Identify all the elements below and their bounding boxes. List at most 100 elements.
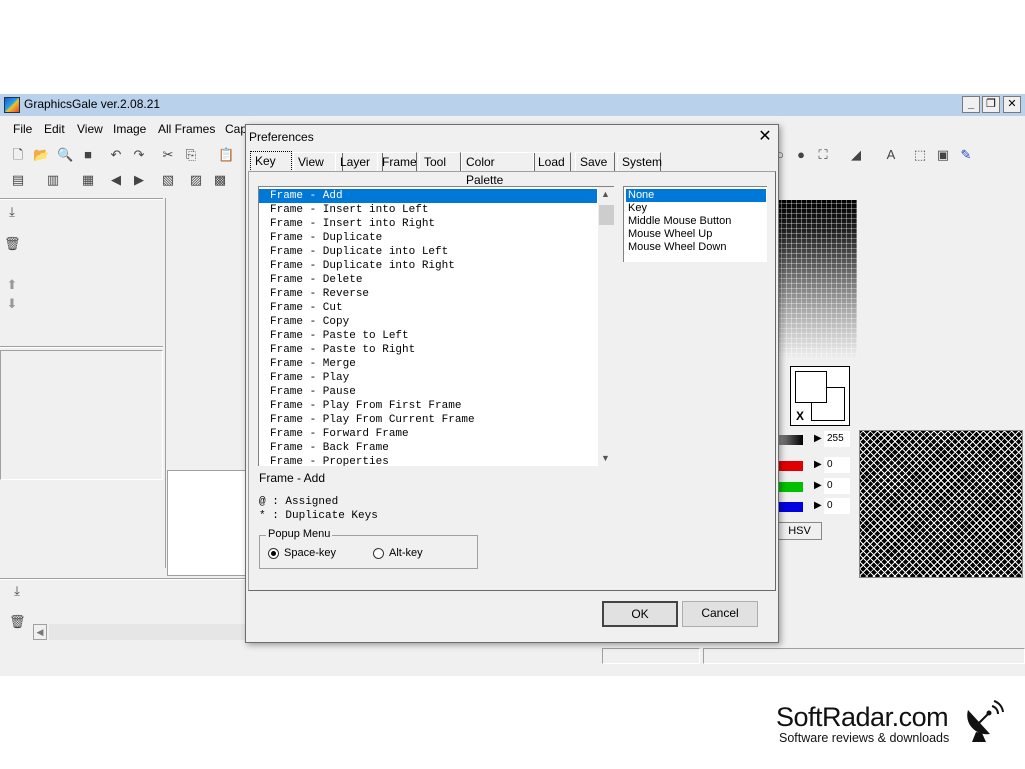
gray-slider[interactable]	[777, 435, 803, 445]
scrollbar-thumb[interactable]	[599, 205, 614, 225]
menu-all-frames[interactable]: All Frames	[158, 122, 215, 136]
next-frame-icon[interactable]: ▶	[131, 172, 147, 188]
list-item[interactable]: Frame - Duplicate into Right	[259, 259, 597, 273]
frame-icon[interactable]: ▣	[935, 147, 951, 163]
list-item[interactable]: None	[626, 189, 766, 202]
menu-image[interactable]: Image	[113, 122, 146, 136]
menu-file[interactable]: File	[13, 122, 32, 136]
list-item[interactable]: Frame - Paste to Left	[259, 329, 597, 343]
list-item[interactable]: Mouse Wheel Down	[626, 241, 766, 254]
ok-button[interactable]: OK	[602, 601, 678, 627]
space-key-label[interactable]: Space-key	[284, 547, 336, 559]
tab-frame[interactable]: Frame	[377, 152, 417, 172]
list-item[interactable]: Frame - Duplicate	[259, 231, 597, 245]
new-file-icon[interactable]: 🗋	[10, 147, 26, 163]
foreground-color[interactable]	[795, 371, 827, 403]
tab-layer[interactable]: Layer	[335, 152, 383, 172]
list-item[interactable]: Middle Mouse Button	[626, 215, 766, 228]
vertical-scrollbar[interactable]: ▲ ▼	[598, 187, 614, 466]
tab-system[interactable]: System	[617, 152, 662, 172]
text-tool-icon[interactable]: A	[883, 147, 899, 163]
undo-icon[interactable]: ↶	[108, 147, 124, 163]
horizontal-scrollbar[interactable]	[49, 624, 245, 640]
import-icon[interactable]: ⤓	[9, 583, 25, 599]
key-assignment-list[interactable]: None Key Middle Mouse Button Mouse Wheel…	[623, 186, 767, 262]
list-item[interactable]: Frame - Play	[259, 371, 597, 385]
open-folder-icon[interactable]: 📂	[33, 147, 49, 163]
list-item[interactable]: Frame - Pause	[259, 385, 597, 399]
frame-props-icon[interactable]: ▨	[188, 172, 204, 188]
move-up-icon[interactable]: ⬆	[4, 277, 20, 293]
list-item[interactable]: Frame - Add	[259, 189, 597, 203]
list-item[interactable]: Frame - Duplicate into Left	[259, 245, 597, 259]
red-slider[interactable]	[777, 461, 803, 471]
tab-save[interactable]: Save	[575, 152, 615, 172]
maximize-button[interactable]: ❐	[982, 96, 1000, 113]
frames-icon[interactable]: ▧	[160, 172, 176, 188]
tab-tool[interactable]: Tool	[419, 152, 461, 172]
green-slider[interactable]	[777, 482, 803, 492]
list-item[interactable]: Frame - Forward Frame	[259, 427, 597, 441]
fill-bucket-icon[interactable]: ⛶	[815, 147, 831, 163]
list-item[interactable]: Frame - Play From First Frame	[259, 399, 597, 413]
palette-grid[interactable]	[777, 200, 857, 358]
list-item[interactable]: Frame - Play From Current Frame	[259, 413, 597, 427]
stop-icon[interactable]: ■	[80, 147, 96, 163]
film-icon[interactable]: ▦	[80, 172, 96, 188]
paste-icon[interactable]: 📋	[218, 147, 234, 163]
list-item[interactable]: Frame - Copy	[259, 315, 597, 329]
list-item[interactable]: Frame - Paste to Right	[259, 343, 597, 357]
blue-value-field[interactable]: 0	[824, 498, 850, 514]
cancel-button[interactable]: Cancel	[682, 601, 758, 627]
alt-key-label[interactable]: Alt-key	[389, 547, 423, 559]
menu-capture[interactable]: Cap	[225, 122, 247, 136]
alt-key-radio[interactable]	[373, 548, 384, 559]
copy-icon[interactable]: ⎘	[183, 147, 199, 163]
tab-key[interactable]: Key	[250, 151, 292, 172]
dialog-close-button[interactable]: ✕	[754, 127, 776, 147]
prev-frame-icon[interactable]: ◀	[108, 172, 124, 188]
menu-view[interactable]: View	[77, 122, 103, 136]
list-item[interactable]: Frame - Back Frame	[259, 441, 597, 455]
trash-icon[interactable]: 🗑	[9, 614, 26, 630]
layer-strip-icon[interactable]: ▥	[45, 172, 61, 188]
frame-strip-icon[interactable]: ▤	[10, 172, 26, 188]
command-list[interactable]: Frame - Add Frame - Insert into Left Fra…	[258, 186, 614, 466]
red-value-field[interactable]: 0	[824, 457, 850, 473]
tab-load[interactable]: Load	[533, 152, 571, 172]
scroll-up-icon[interactable]: ▲	[601, 189, 610, 199]
list-item[interactable]: Frame - Insert into Right	[259, 217, 597, 231]
list-item[interactable]: Frame - Insert into Left	[259, 203, 597, 217]
cut-icon[interactable]: ✂	[160, 147, 176, 163]
scroll-left-button[interactable]: ◀	[33, 624, 47, 640]
move-down-icon[interactable]: ⬇	[4, 296, 20, 312]
list-item[interactable]: Key	[626, 202, 766, 215]
redo-icon[interactable]: ↷	[131, 147, 147, 163]
trash-icon[interactable]: 🗑	[4, 236, 21, 252]
swap-colors-label[interactable]: X	[796, 409, 804, 423]
scroll-down-icon[interactable]: ▼	[601, 453, 610, 463]
hsv-tab[interactable]: HSV	[777, 522, 822, 540]
list-item[interactable]: Frame - Properties	[259, 455, 597, 466]
list-item[interactable]: Frame - Cut	[259, 301, 597, 315]
close-button[interactable]: ✕	[1003, 96, 1021, 113]
blue-slider[interactable]	[777, 502, 803, 512]
zoom-icon[interactable]: 🔍	[57, 147, 73, 163]
import-icon[interactable]: ⤓	[4, 204, 20, 220]
menu-edit[interactable]: Edit	[44, 122, 65, 136]
select-rect-icon[interactable]: ⬚	[912, 147, 928, 163]
circle-filled-icon[interactable]: ●	[793, 147, 809, 163]
value-field[interactable]: 255	[824, 431, 850, 447]
title-bar[interactable]: GraphicsGale ver.2.08.21 _ ❐ ✕	[0, 94, 1025, 116]
list-item[interactable]: Mouse Wheel Up	[626, 228, 766, 241]
green-value-field[interactable]: 0	[824, 478, 850, 494]
color-swatch-box[interactable]: X	[790, 366, 850, 426]
list-item[interactable]: Frame - Reverse	[259, 287, 597, 301]
pen-icon[interactable]: ✎	[958, 147, 974, 163]
frame-copy-icon[interactable]: ▩	[212, 172, 228, 188]
space-key-radio[interactable]	[268, 548, 279, 559]
list-item[interactable]: Frame - Delete	[259, 273, 597, 287]
gradient-icon[interactable]: ◢	[848, 147, 864, 163]
list-item[interactable]: Frame - Merge	[259, 357, 597, 371]
tab-color-palette[interactable]: Color Palette	[461, 152, 535, 187]
